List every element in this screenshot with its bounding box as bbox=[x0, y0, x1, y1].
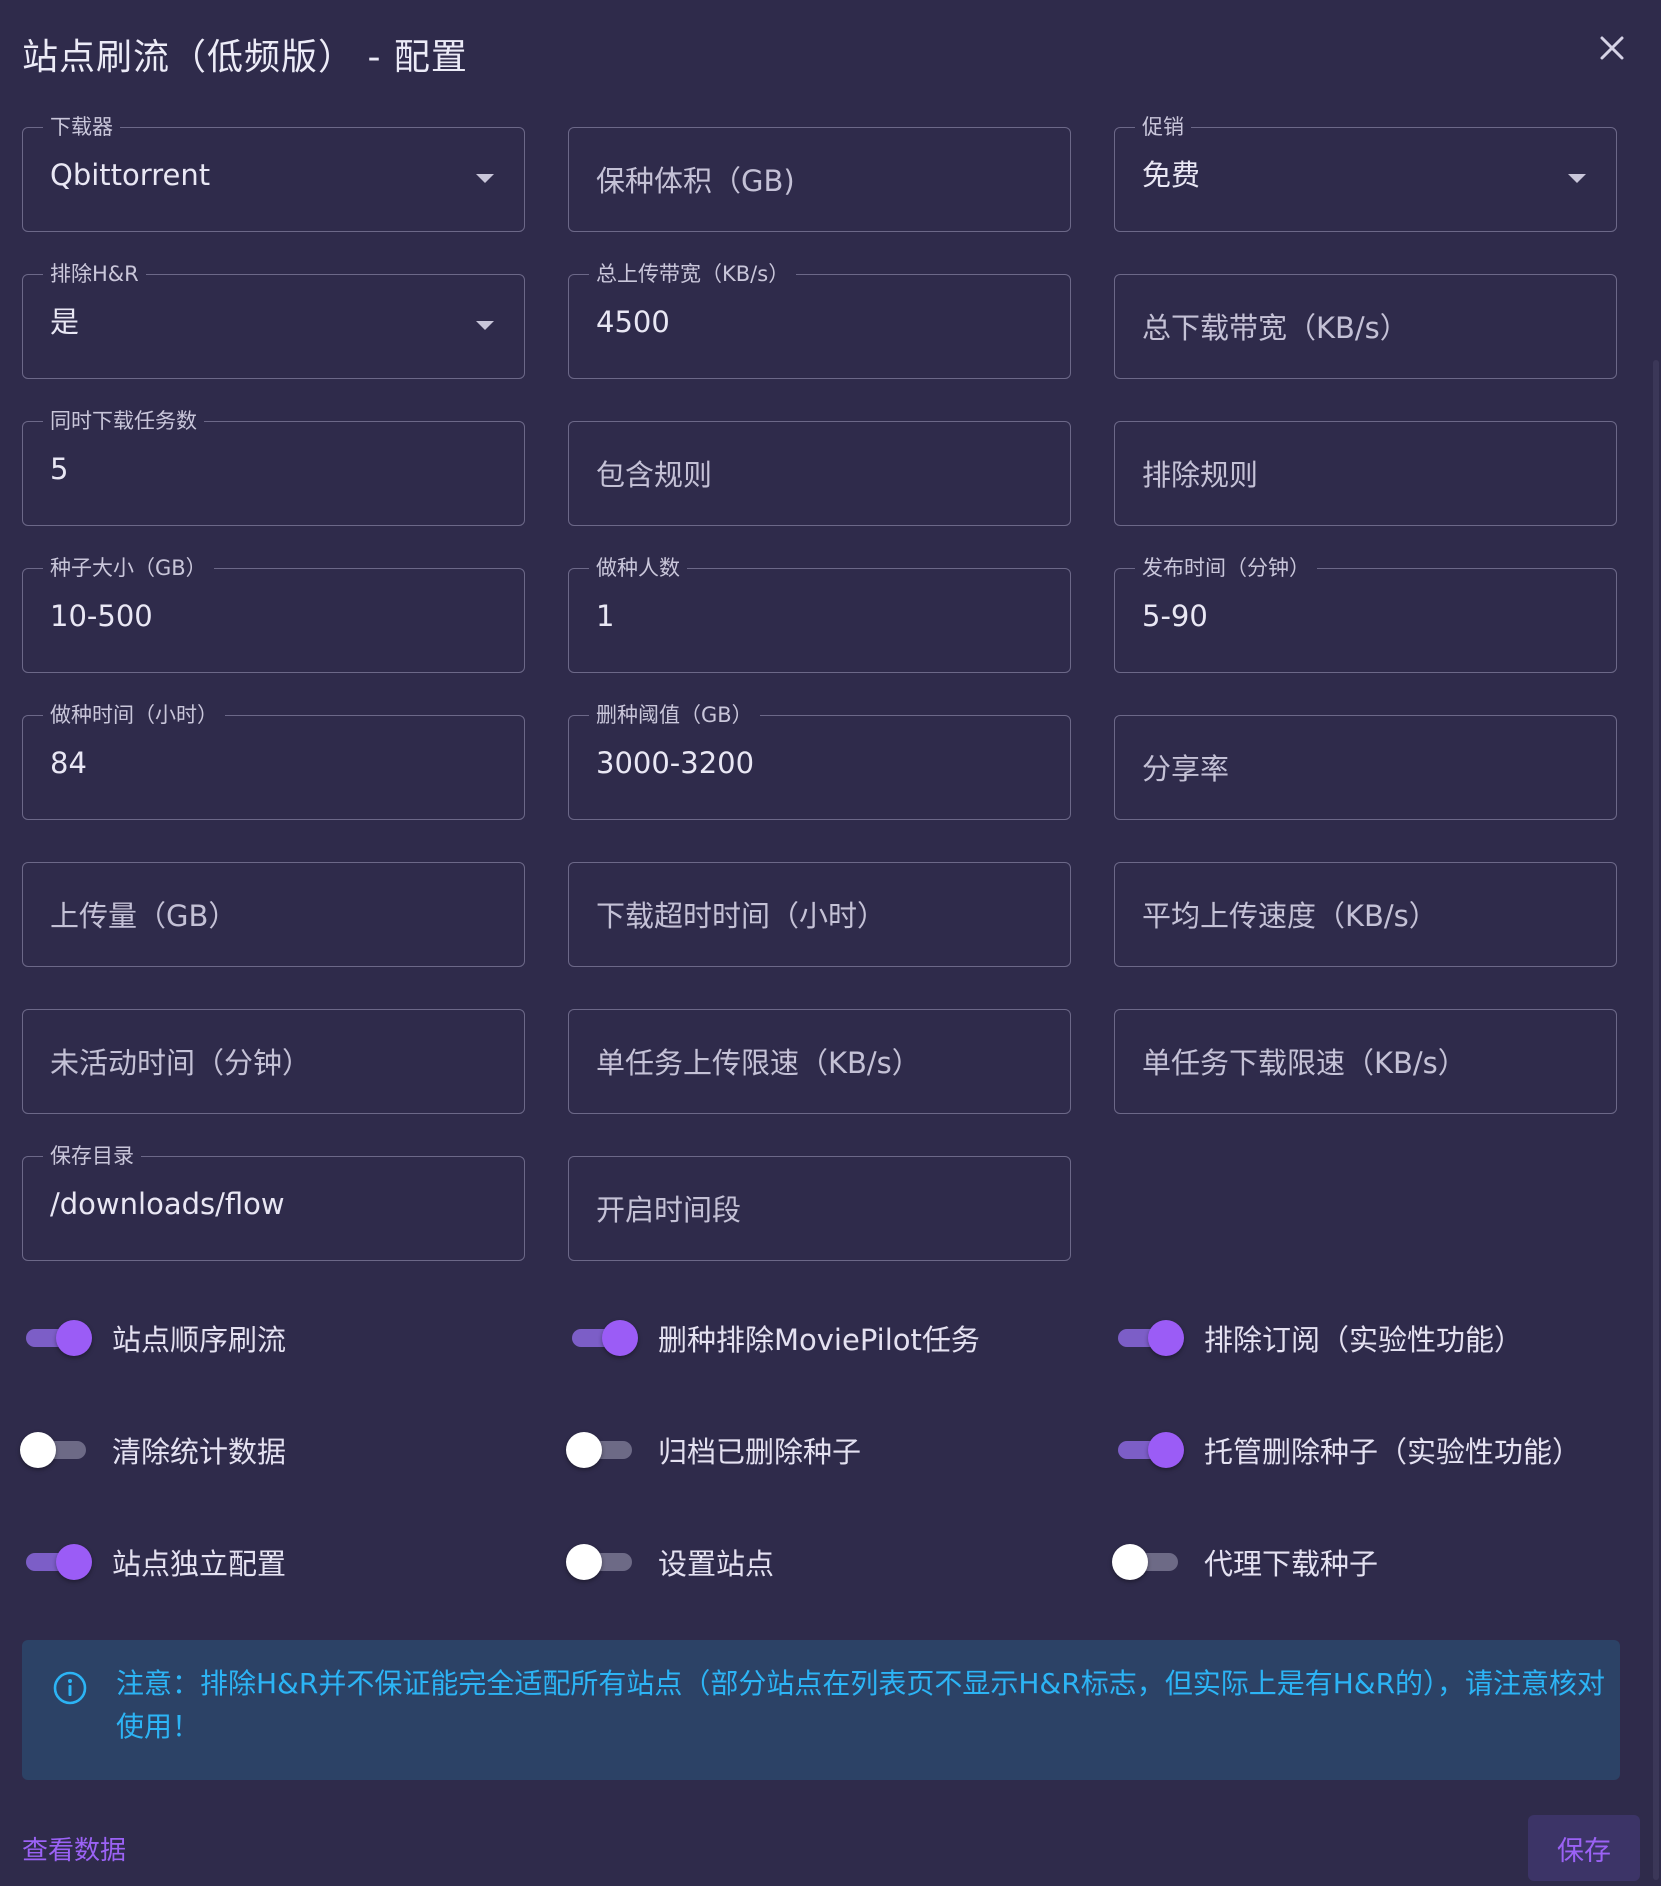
downloader-select[interactable]: 下载器 Qbittorrent bbox=[22, 113, 525, 232]
publish-time-value: 5-90 bbox=[1142, 599, 1208, 633]
promotion-value: 免费 bbox=[1142, 158, 1201, 192]
inactive-time-placeholder: 未活动时间（分钟） bbox=[50, 1046, 312, 1080]
keep-size-placeholder: 保种体积（GB) bbox=[596, 164, 795, 198]
downloader-value: Qbittorrent bbox=[50, 158, 211, 192]
toggle-label: 设置站点 bbox=[658, 1547, 775, 1581]
active-period-input[interactable]: 开启时间段 bbox=[568, 1156, 1071, 1261]
total-download-bandwidth-input[interactable]: 总下载带宽（KB/s） bbox=[1114, 274, 1617, 379]
upload-amount-placeholder: 上传量（GB） bbox=[50, 899, 238, 933]
download-timeout-placeholder: 下载超时时间（小时） bbox=[596, 899, 887, 933]
upload-amount-input[interactable]: 上传量（GB） bbox=[22, 862, 525, 967]
toggle-switch[interactable] bbox=[1112, 1540, 1186, 1584]
concurrent-tasks-value: 5 bbox=[50, 452, 69, 486]
exclude-hr-label: 排除H&R bbox=[43, 260, 146, 288]
view-data-link[interactable]: 查看数据 bbox=[22, 1830, 126, 1867]
include-rules-input[interactable]: 包含规则 bbox=[568, 421, 1071, 526]
avg-upload-speed-placeholder: 平均上传速度（KB/s） bbox=[1142, 899, 1438, 933]
toggle-managed-delete[interactable]: 托管删除种子（实验性功能） bbox=[1114, 1420, 1581, 1480]
alert-text: 注意：排除H&R并不保证能完全适配所有站点（部分站点在列表页不显示H&R标志，但… bbox=[116, 1667, 1606, 1743]
toggle-clear-stats[interactable]: 清除统计数据 bbox=[20, 1420, 287, 1480]
active-period-placeholder: 开启时间段 bbox=[596, 1193, 742, 1227]
publish-time-label: 发布时间（分钟） bbox=[1135, 554, 1317, 582]
share-ratio-placeholder: 分享率 bbox=[1142, 752, 1230, 786]
total-upload-bandwidth-value: 4500 bbox=[596, 305, 670, 339]
scrollbar[interactable] bbox=[1653, 360, 1659, 1880]
toggle-switch[interactable] bbox=[566, 1540, 640, 1584]
download-timeout-input[interactable]: 下载超时时间（小时） bbox=[568, 862, 1071, 967]
save-dir-label: 保存目录 bbox=[43, 1142, 141, 1170]
chevron-down-icon bbox=[476, 321, 494, 330]
toggle-archive-deleted[interactable]: 归档已删除种子 bbox=[566, 1420, 862, 1480]
toggle-label: 归档已删除种子 bbox=[658, 1435, 862, 1469]
total-upload-bandwidth-input[interactable]: 总上传带宽（KB/s） 4500 bbox=[568, 260, 1071, 379]
keep-size-input[interactable]: 保种体积（GB) bbox=[568, 127, 1071, 232]
total-upload-bandwidth-label: 总上传带宽（KB/s） bbox=[589, 260, 797, 288]
share-ratio-input[interactable]: 分享率 bbox=[1114, 715, 1617, 820]
torrent-size-label: 种子大小（GB） bbox=[43, 554, 214, 582]
seed-time-label: 做种时间（小时） bbox=[43, 701, 225, 729]
dialog-title: 站点刷流（低频版） - 配置 bbox=[22, 37, 468, 78]
save-button[interactable]: 保存 bbox=[1528, 1815, 1640, 1881]
config-dialog: 站点刷流（低频版） - 配置 下载器 Qbittorrent 保种体积（GB) … bbox=[0, 0, 1661, 1886]
close-icon bbox=[1600, 36, 1624, 60]
toggle-site-independent[interactable]: 站点独立配置 bbox=[22, 1532, 286, 1592]
toggle-label: 站点独立配置 bbox=[112, 1547, 287, 1581]
info-icon bbox=[53, 1671, 87, 1705]
exclude-rules-input[interactable]: 排除规则 bbox=[1114, 421, 1617, 526]
close-button[interactable] bbox=[1592, 28, 1632, 68]
seeders-value: 1 bbox=[596, 599, 615, 633]
task-download-limit-placeholder: 单任务下载限速（KB/s） bbox=[1142, 1046, 1467, 1080]
task-upload-limit-placeholder: 单任务上传限速（KB/s） bbox=[596, 1046, 921, 1080]
toggle-switch[interactable] bbox=[568, 1316, 640, 1360]
toggle-exclude-subscription[interactable]: 排除订阅（实验性功能） bbox=[1114, 1308, 1523, 1368]
exclude-hr-value: 是 bbox=[50, 305, 80, 339]
total-download-bandwidth-placeholder: 总下载带宽（KB/s） bbox=[1142, 311, 1409, 345]
torrent-size-value: 10-500 bbox=[50, 599, 153, 633]
toggle-label: 代理下载种子 bbox=[1204, 1547, 1379, 1581]
toggle-label: 站点顺序刷流 bbox=[112, 1323, 287, 1357]
toggle-switch[interactable] bbox=[566, 1428, 640, 1472]
promotion-select[interactable]: 促销 免费 bbox=[1114, 113, 1617, 232]
publish-time-input[interactable]: 发布时间（分钟） 5-90 bbox=[1114, 554, 1617, 673]
seeders-label: 做种人数 bbox=[589, 554, 687, 582]
toggle-switch[interactable] bbox=[20, 1428, 94, 1472]
save-dir-value: /downloads/flow bbox=[50, 1187, 285, 1221]
toggle-switch[interactable] bbox=[1114, 1316, 1186, 1360]
chevron-down-icon bbox=[476, 174, 494, 183]
delete-threshold-value: 3000-3200 bbox=[596, 746, 755, 780]
toggle-site-sequential[interactable]: 站点顺序刷流 bbox=[22, 1308, 286, 1368]
concurrent-tasks-label: 同时下载任务数 bbox=[43, 407, 204, 435]
task-download-limit-input[interactable]: 单任务下载限速（KB/s） bbox=[1114, 1009, 1617, 1114]
seed-time-input[interactable]: 做种时间（小时） 84 bbox=[22, 701, 525, 820]
concurrent-tasks-input[interactable]: 同时下载任务数 5 bbox=[22, 407, 525, 526]
exclude-rules-placeholder: 排除规则 bbox=[1142, 458, 1259, 492]
toggle-switch[interactable] bbox=[22, 1316, 94, 1360]
task-upload-limit-input[interactable]: 单任务上传限速（KB/s） bbox=[568, 1009, 1071, 1114]
include-rules-placeholder: 包含规则 bbox=[596, 458, 713, 492]
toggle-switch[interactable] bbox=[1114, 1428, 1186, 1472]
toggle-proxy-download[interactable]: 代理下载种子 bbox=[1112, 1532, 1379, 1592]
inactive-time-input[interactable]: 未活动时间（分钟） bbox=[22, 1009, 525, 1114]
save-dir-input[interactable]: 保存目录 /downloads/flow bbox=[22, 1142, 525, 1261]
downloader-label: 下载器 bbox=[43, 113, 120, 141]
toggle-label: 排除订阅（实验性功能） bbox=[1204, 1323, 1524, 1357]
delete-threshold-input[interactable]: 删种阈值（GB） 3000-3200 bbox=[568, 701, 1071, 820]
delete-threshold-label: 删种阈值（GB） bbox=[589, 701, 760, 729]
info-alert: 注意：排除H&R并不保证能完全适配所有站点（部分站点在列表页不显示H&R标志，但… bbox=[22, 1640, 1620, 1780]
seed-time-value: 84 bbox=[50, 746, 87, 780]
exclude-hr-select[interactable]: 排除H&R 是 bbox=[22, 260, 525, 379]
toggle-switch[interactable] bbox=[22, 1540, 94, 1584]
seeders-input[interactable]: 做种人数 1 bbox=[568, 554, 1071, 673]
avg-upload-speed-input[interactable]: 平均上传速度（KB/s） bbox=[1114, 862, 1617, 967]
toggle-set-sites[interactable]: 设置站点 bbox=[566, 1532, 775, 1592]
toggle-label: 删种排除MoviePilot任务 bbox=[658, 1323, 980, 1357]
toggle-label: 托管删除种子（实验性功能） bbox=[1204, 1435, 1582, 1469]
promotion-label: 促销 bbox=[1135, 113, 1191, 141]
torrent-size-input[interactable]: 种子大小（GB） 10-500 bbox=[22, 554, 525, 673]
chevron-down-icon bbox=[1568, 174, 1586, 183]
toggle-label: 清除统计数据 bbox=[112, 1435, 287, 1469]
toggle-exclude-moviepilot[interactable]: 删种排除MoviePilot任务 bbox=[568, 1308, 980, 1368]
